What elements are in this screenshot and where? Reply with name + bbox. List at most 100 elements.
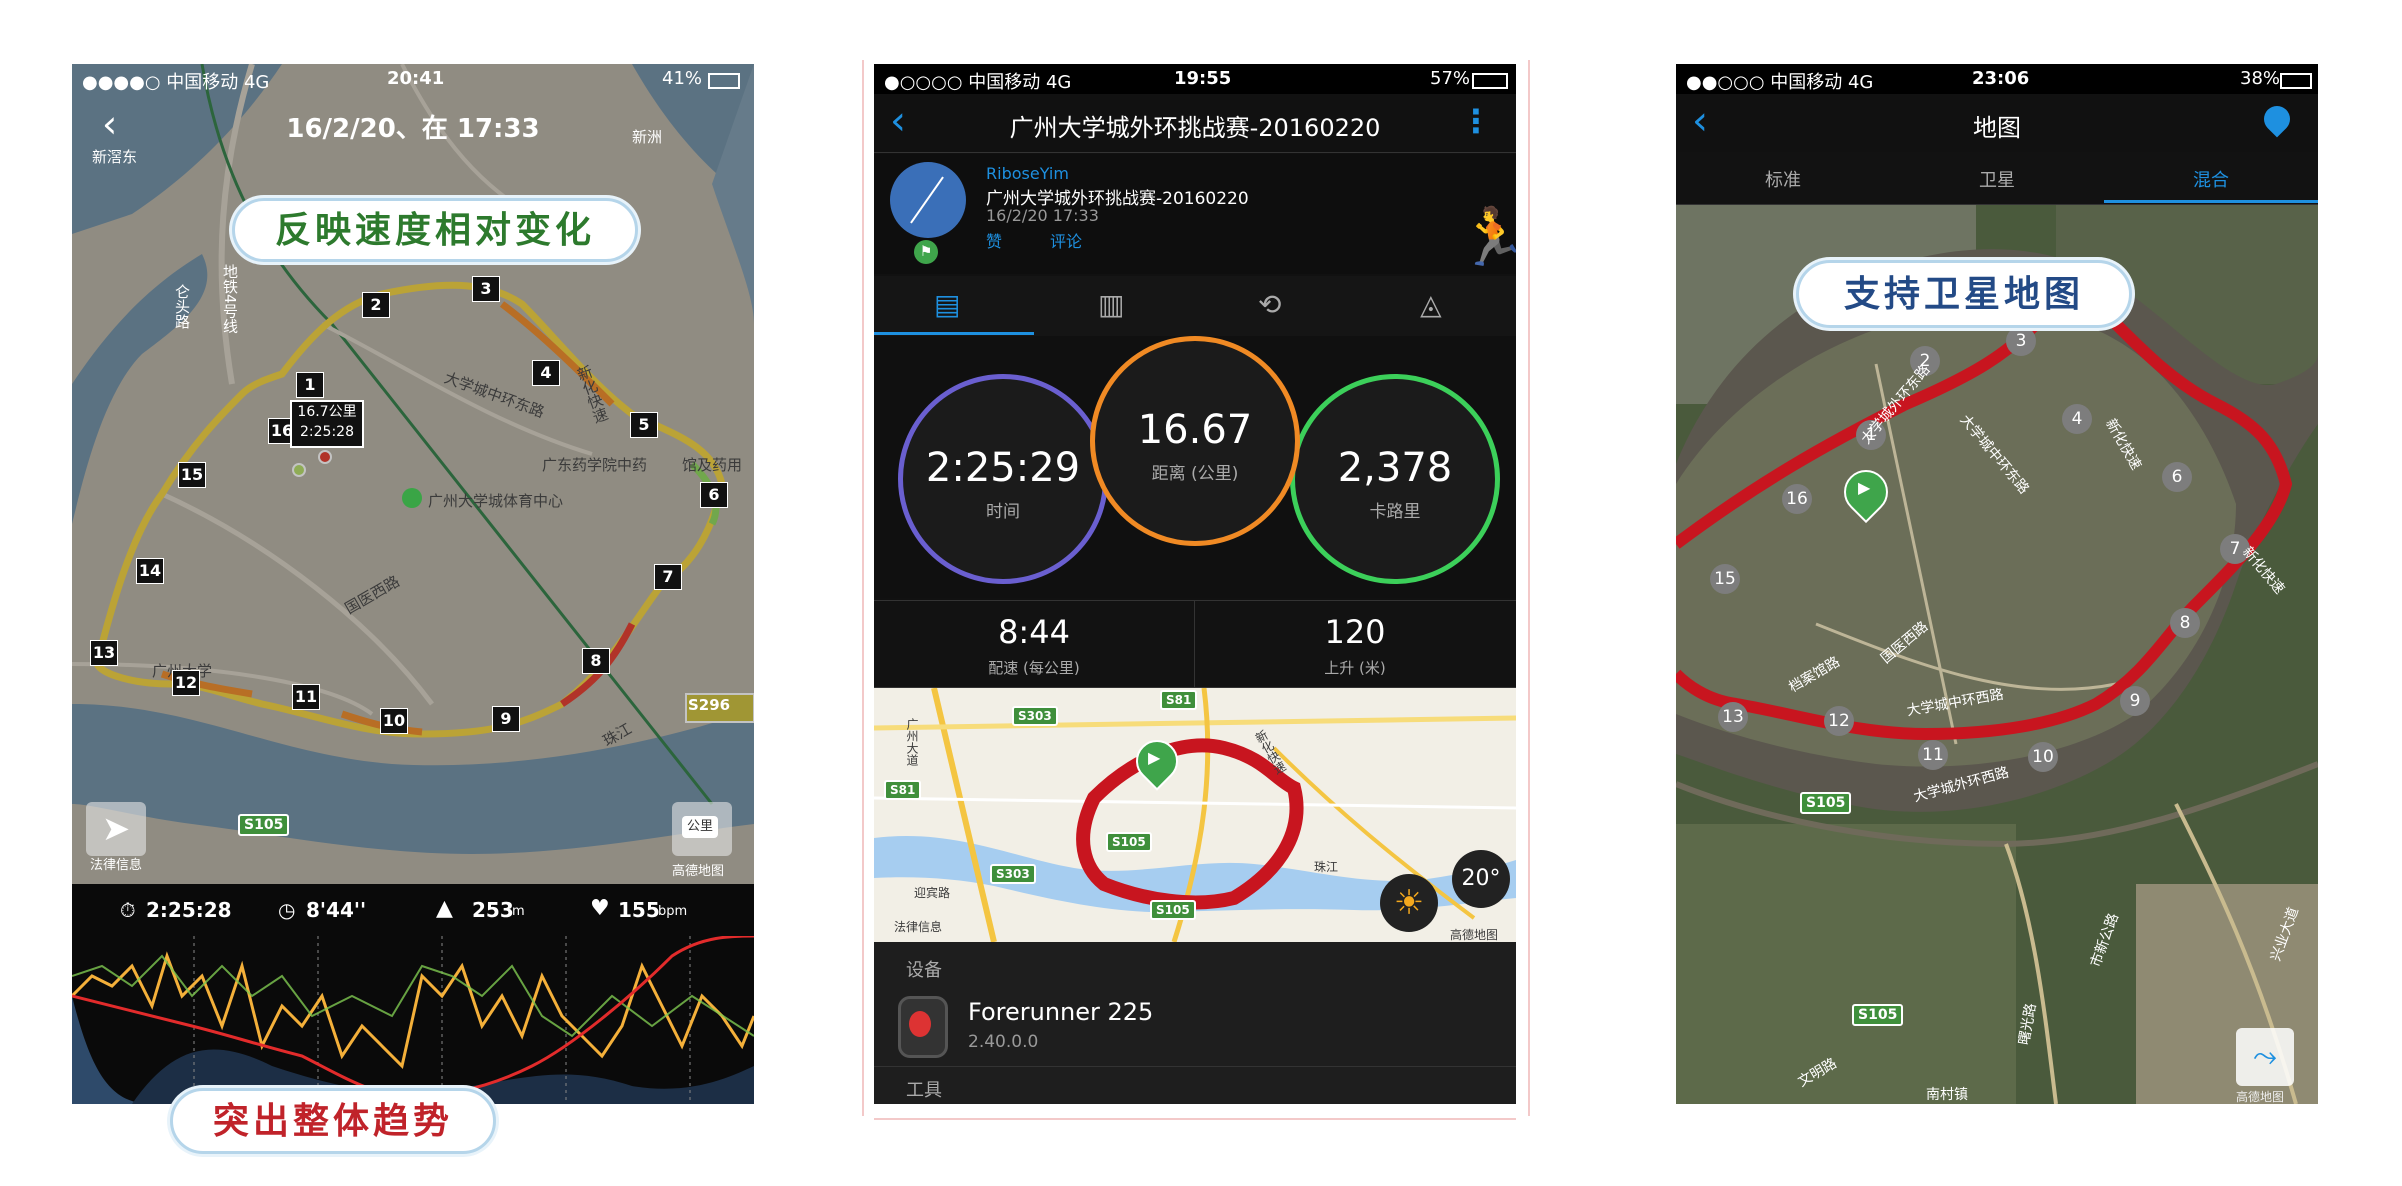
km-marker[interactable]: 14 xyxy=(136,558,164,584)
activity-datetime: 16/2/20 17:33 xyxy=(986,206,1099,225)
km-pin[interactable]: 8 xyxy=(2170,608,2200,638)
battery-icon xyxy=(1472,73,1508,89)
summary-tab-icon[interactable]: ▤ xyxy=(934,288,960,321)
details-tab-icon[interactable]: ▥ xyxy=(1098,288,1124,321)
locate-arrow-icon[interactable]: ➤ xyxy=(86,802,146,856)
device-version: 2.40.0.0 xyxy=(968,1032,1039,1052)
km-marker[interactable]: 9 xyxy=(492,706,520,732)
map-attribution: 高德地图 xyxy=(2236,1090,2285,1104)
km-marker[interactable]: 6 xyxy=(700,482,728,508)
activity-title: 广州大学城外环挑战赛-20160220 xyxy=(1009,114,1381,142)
callout-top: 反映速度相对变化 xyxy=(232,198,638,262)
device-name[interactable]: Forerunner 225 xyxy=(968,998,1153,1026)
device-section-title: 设备 xyxy=(906,960,942,981)
km-marker[interactable]: 5 xyxy=(630,412,658,438)
clock: 20:41 xyxy=(387,68,445,89)
stats-bar: ⏱ 2:25:28 ◷ 8'44'' ▲ 253 m ♥ 155 bpm xyxy=(72,884,754,936)
km-pin[interactable]: 12 xyxy=(1824,706,1854,736)
carrier-label: ●○○○○ 中国移动 4G xyxy=(884,72,1072,93)
map-attribution: 高德地图 xyxy=(1450,928,1499,942)
road-badge: S105 xyxy=(1150,900,1196,920)
km-pin[interactable]: 9 xyxy=(2120,686,2150,716)
km-marker[interactable]: 4 xyxy=(532,360,560,386)
ascent-value: 120 xyxy=(1324,613,1386,651)
mountain-icon: ▲ xyxy=(436,896,453,921)
km-pin[interactable]: 11 xyxy=(1918,740,1948,770)
stat-pace: 8'44'' xyxy=(306,898,367,922)
time-label: 时间 xyxy=(986,502,1020,522)
laps-tab-icon[interactable]: ⟲ xyxy=(1258,288,1281,321)
status-bar: ●○○○○ 中国移动 4G 19:55 57% xyxy=(874,64,1516,94)
km-pin[interactable]: 13 xyxy=(1718,702,1748,732)
stat-elevation: 253 xyxy=(472,898,514,922)
km-marker[interactable]: 2 xyxy=(362,292,390,318)
km-pin[interactable]: 3 xyxy=(2006,326,2036,356)
road-badge: S296 xyxy=(688,696,731,714)
more-menu-icon[interactable]: ⋮ xyxy=(1460,102,1492,140)
road-badge: S81 xyxy=(884,780,922,800)
timer-icon: ⏱ xyxy=(120,898,136,922)
clock: 23:06 xyxy=(1972,68,2030,89)
running-icon: 🏃 xyxy=(1458,205,1516,270)
chart-tab-icon[interactable]: ◬ xyxy=(1420,288,1442,321)
like-link[interactable]: 赞 xyxy=(986,228,1002,252)
road-badge: S105 xyxy=(1106,832,1152,852)
km-pin[interactable]: 4 xyxy=(2062,404,2092,434)
pace-value: 8:44 xyxy=(998,613,1070,651)
km-marker[interactable]: 1 xyxy=(296,372,324,398)
km-marker[interactable]: 7 xyxy=(654,564,682,590)
km-marker[interactable]: 15 xyxy=(178,462,206,488)
username-link[interactable]: RiboseYim xyxy=(986,164,1069,183)
back-chevron-icon[interactable]: ‹ xyxy=(890,98,906,144)
status-bar: ●●○○○ 中国移动 4G 23:06 38% xyxy=(1676,64,2318,94)
km-marker[interactable]: 13 xyxy=(90,640,118,666)
km-pin[interactable]: 16 xyxy=(1782,484,1812,514)
road-badge: S105 xyxy=(238,814,290,836)
km-marker[interactable]: 10 xyxy=(380,708,408,734)
km-pin[interactable]: 6 xyxy=(2162,462,2192,492)
status-bar: ●●●●○ 中国移动 4G 20:41 41% xyxy=(72,64,754,94)
km-marker[interactable]: 3 xyxy=(472,276,500,302)
stat-time: 2:25:28 xyxy=(146,898,232,922)
secondary-metrics: 8:44 配速 (每公里) 120 上升 (米) xyxy=(874,600,1516,688)
screen-title: 地图 xyxy=(1973,114,2021,142)
km-marker[interactable]: 11 xyxy=(292,684,320,710)
temperature-badge: 20° xyxy=(1452,850,1510,908)
callout-satellite: 支持卫星地图 xyxy=(1796,260,2132,328)
tab-standard[interactable]: 标准 xyxy=(1676,166,1890,192)
unit-toggle-button[interactable]: 公里 xyxy=(672,802,732,856)
satellite-background xyxy=(1676,64,2318,1104)
map-label: 广州大道 xyxy=(905,718,919,766)
sun-icon: ☀ xyxy=(1380,874,1438,932)
callout-bottom: 突出整体趋势 xyxy=(170,1088,496,1154)
route-toggle-icon[interactable]: ⤳ xyxy=(2236,1028,2294,1086)
map-dim-overlay xyxy=(72,64,754,884)
map-label: 地铁4号线 xyxy=(221,264,239,334)
stat-heart-rate: 155 xyxy=(618,898,660,922)
pace-elevation-graph xyxy=(72,936,754,1104)
tooltip-distance: 16.7公里 xyxy=(297,404,357,420)
tab-hybrid[interactable]: 混合 xyxy=(2104,166,2318,192)
distance-label: 距离 (公里) xyxy=(1151,464,1239,484)
battery-label: 41% xyxy=(662,68,703,89)
km-marker[interactable]: 8 xyxy=(582,648,610,674)
tab-satellite[interactable]: 卫星 xyxy=(1890,166,2104,192)
position-tooltip: 16.7公里 2:25:28 xyxy=(290,400,364,448)
top-nav-bar: ‹ 地图 xyxy=(1676,94,2318,152)
time-value: 2:25:29 xyxy=(925,445,1081,491)
stat-heart-unit: bpm xyxy=(658,904,688,919)
map-label: 仑头路 xyxy=(173,284,191,329)
battery-icon xyxy=(2280,73,2312,89)
route-map[interactable]: S81 S303 S81 S105 S303 S105 广州大道 新化快速 珠江… xyxy=(874,688,1516,942)
calories-ring: 2,378 卡路里 xyxy=(1290,374,1500,584)
km-pin[interactable]: 15 xyxy=(1710,564,1740,594)
carrier-label: ●●○○○ 中国移动 4G xyxy=(1686,72,1874,93)
km-pin[interactable]: 10 xyxy=(2028,742,2058,772)
tab-bar: ▤ ▥ ⟲ ◬ xyxy=(874,276,1516,337)
heart-icon: ♥ xyxy=(590,896,610,921)
device-section: 设备 Forerunner 225 2.40.0.0 工具 xyxy=(874,942,1516,1104)
avatar[interactable] xyxy=(890,162,966,238)
comment-link[interactable]: 评论 xyxy=(1050,228,1082,252)
map-type-tabs: 标准 卫星 混合 xyxy=(1676,152,2318,205)
km-marker[interactable]: 12 xyxy=(172,670,200,696)
